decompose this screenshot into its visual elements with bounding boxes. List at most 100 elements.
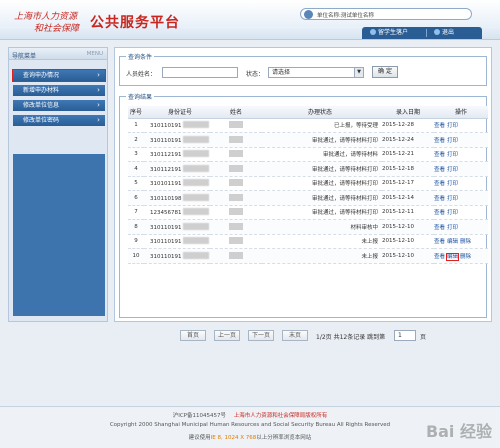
redacted-name [229,164,243,172]
col-header: 身份证号 [144,106,210,119]
chevron-right-icon: › [97,86,100,94]
id-number: 310110191 [150,137,182,144]
sidebar-header: 导航菜单 MENU [9,48,107,60]
edit-link[interactable]: 编辑 [446,252,460,261]
next-page-button[interactable]: 下一页 [248,330,274,341]
page-input[interactable]: 1 [394,330,416,341]
sidebar-item-label: 修改单位信息 [23,102,60,109]
row-number: 8 [128,219,144,235]
id-number-cell: 310110191 [144,118,210,133]
status-cell: 已上报，等待受理 [262,118,382,133]
print-link[interactable]: 打印 [447,196,458,202]
status-cell: 未上报 [262,234,382,249]
id-number-cell: 123456781 [144,205,210,220]
ops-cell: 查看 打印 [434,205,488,220]
date-cell: 2015-12-24 [382,132,434,148]
tip-suffix: 以上分辨率浏览本网站 [256,435,312,441]
redacted-name [229,222,243,230]
query-legend: 查询条件 [126,52,155,61]
id-number-cell: 310112191 [144,147,210,162]
ops-cell: 查看 打印 [434,190,488,206]
view-link[interactable]: 查看 [434,123,445,129]
id-number: 310110191 [150,123,182,130]
date-cell: 2015-12-21 [382,147,434,162]
results-legend: 查询结果 [126,92,155,101]
confirm-button[interactable]: 确 定 [372,66,398,78]
sidebar-item-edit-password[interactable]: 修改单位密码 › [13,115,105,126]
sidebar-item-label: 查询申办情况 [23,72,60,79]
print-link[interactable]: 打印 [447,138,458,144]
copyright-owner-link[interactable]: 上海市人力资源和社会保障局版权所有 [234,413,328,419]
redacted-name [229,237,243,245]
logout-label: 退出 [442,29,455,36]
chevron-right-icon: › [97,71,100,79]
id-number: 310110191 [150,239,182,246]
view-link[interactable]: 查看 [434,152,445,158]
print-link[interactable]: 打印 [447,152,458,158]
chevron-right-icon: › [97,116,100,124]
status-cell: 审批通过，请等待材料 [262,147,382,162]
delete-link[interactable]: 删除 [460,239,471,245]
name-cell [210,147,262,162]
status-cell: 未上报 [262,248,382,264]
sidebar-item-edit-unit-info[interactable]: 修改单位信息 › [13,100,105,111]
view-link[interactable]: 查看 [434,167,445,173]
print-link[interactable]: 打印 [447,167,458,173]
last-page-button[interactable]: 末页 [282,330,308,341]
view-link[interactable]: 查看 [434,239,445,245]
tip-browser: IE 8, 1024 X 768 [210,435,257,441]
print-link[interactable]: 打印 [447,123,458,129]
user-info: 单位名称:测试单位名称 [300,8,472,20]
chevron-right-icon: › [97,101,100,109]
logout-button[interactable]: 退出 [434,28,454,38]
table-row: 4 310112191 审批通过，请等待材料打印 2015-12-18 查看 打印 [128,161,488,177]
redacted-name [229,193,243,201]
id-number: 310112191 [150,152,182,159]
student-icon [370,29,376,35]
table-row: 7 123456781 审批通过，请等待材料打印 2015-12-11 查看 打印 [128,205,488,220]
date-cell: 2015-12-18 [382,161,434,177]
id-number: 310112191 [150,166,182,173]
ops-cell: 查看 打印 [434,118,488,133]
view-link[interactable]: 查看 [434,210,445,216]
name-cell [210,219,262,235]
name-cell [210,132,262,148]
redacted-id [182,251,209,259]
view-link[interactable]: 查看 [434,254,445,260]
id-number-cell: 310110191 [144,234,210,249]
sidebar-item-query[interactable]: 查询申办情况 › [12,69,106,82]
redacted-id [182,208,209,216]
view-link[interactable]: 查看 [434,225,445,231]
view-link[interactable]: 查看 [434,138,445,144]
tip-prefix: 建议使用 [188,435,211,441]
view-link[interactable]: 查看 [434,181,445,187]
print-link[interactable]: 打印 [447,210,458,216]
redacted-name [229,150,243,158]
student-settle-button[interactable]: 留学生落户 [370,28,408,38]
first-page-button[interactable]: 首页 [180,330,206,341]
view-link[interactable]: 查看 [434,196,445,202]
sidebar-item-add-material[interactable]: 新增申办材料 › [13,85,105,96]
sidebar-panel [13,154,105,316]
redacted-id [182,179,209,187]
name-input[interactable] [162,67,238,78]
id-number-cell: 310110191 [144,219,210,235]
edit-link[interactable]: 编辑 [447,239,458,245]
sidebar-menu-label: MENU [86,51,103,57]
status-select[interactable]: 请选择 ▼ [268,67,364,78]
ops-cell: 查看 打印 [434,161,488,177]
name-cell [210,161,262,177]
row-number: 3 [128,147,144,162]
print-link[interactable]: 打印 [447,225,458,231]
prev-page-button[interactable]: 上一页 [214,330,240,341]
icp-number: 沪ICP备11045457号 [172,413,226,419]
user-icon [304,10,313,19]
ops-cell: 查看 打印 [434,132,488,148]
page-suffix: 页 [420,334,427,341]
id-number: 310101191 [150,181,182,188]
delete-link[interactable]: 删除 [460,254,471,260]
name-cell [210,118,262,133]
row-number: 7 [128,205,144,220]
print-link[interactable]: 打印 [447,181,458,187]
redacted-name [229,208,243,216]
